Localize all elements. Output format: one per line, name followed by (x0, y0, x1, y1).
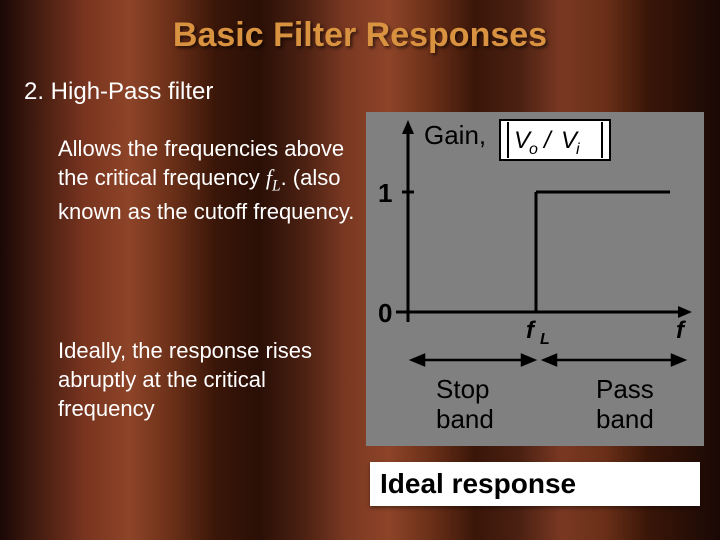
x-label-fL-f: f (526, 317, 536, 344)
y-label-0: 0 (378, 298, 392, 328)
highpass-graph: Gain, V o / V i 1 0 f L f Stop band Pass… (366, 112, 704, 446)
stop-band-l1: Stop (436, 374, 490, 404)
symbol-fL-sub: L (272, 177, 281, 194)
x-label-fL-sub: L (540, 331, 550, 348)
paragraph-2: Ideally, the response rises abruptly at … (58, 336, 358, 423)
pass-band-l1: Pass (596, 374, 654, 404)
slide-title: Basic Filter Responses (0, 0, 720, 55)
pass-band-l2: band (596, 404, 654, 434)
gain-label: Gain, (424, 120, 486, 150)
x-label-f: f (676, 317, 686, 344)
ratio-vo-sub: o (529, 141, 538, 158)
graph-svg: Gain, V o / V i 1 0 f L f Stop band Pass… (366, 112, 704, 446)
paragraph-1: Allows the frequencies above the critica… (58, 134, 358, 226)
y-label-1: 1 (378, 178, 392, 208)
symbol-fL: fL (266, 165, 281, 190)
graph-caption: Ideal response (370, 462, 700, 506)
stop-band-l2: band (436, 404, 494, 434)
band-arrows (412, 355, 684, 365)
response-curve (536, 192, 670, 312)
ratio-vi-sub: i (576, 141, 580, 158)
section-heading: 2. High-Pass filter (24, 78, 213, 106)
